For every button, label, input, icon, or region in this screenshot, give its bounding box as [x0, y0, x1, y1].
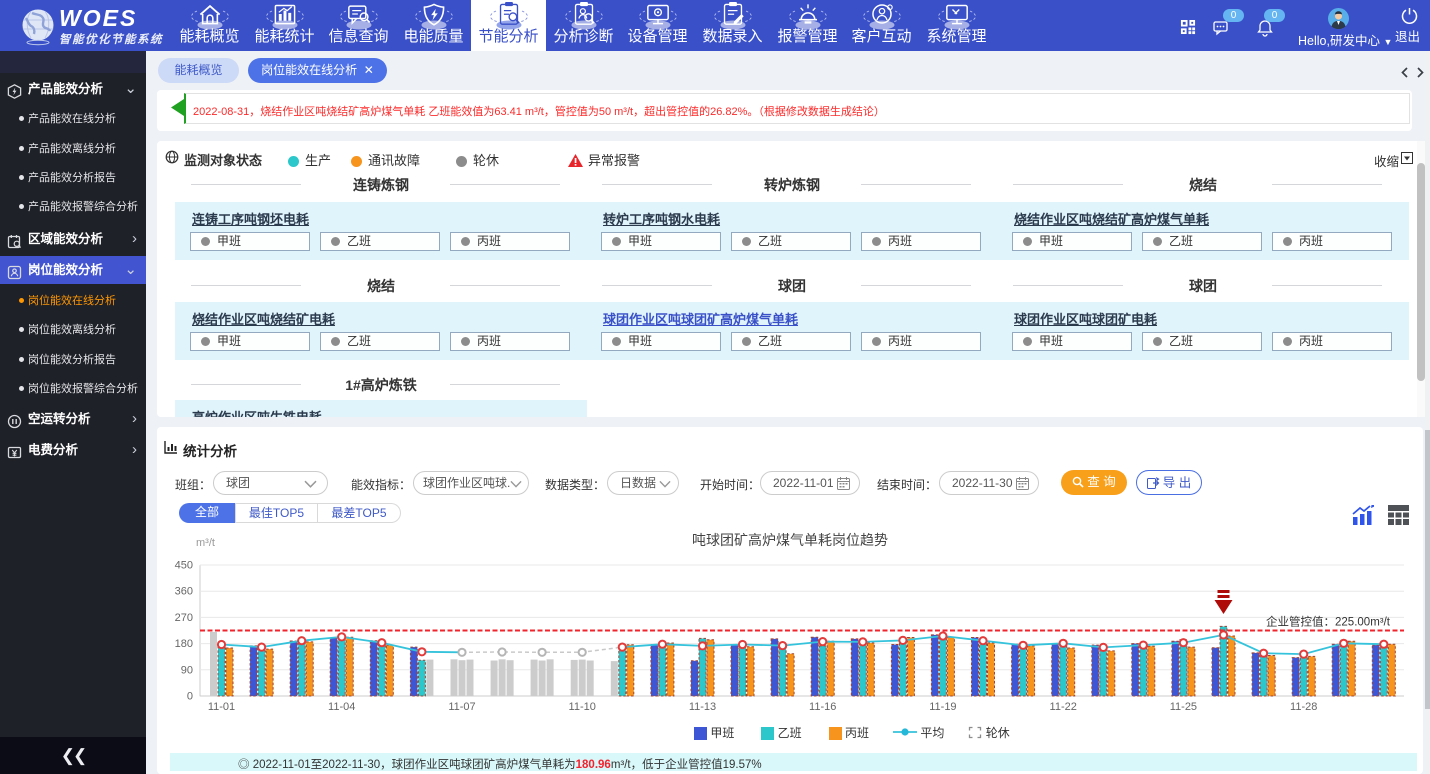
svg-text:11-10: 11-10	[569, 701, 596, 713]
svg-text:360: 360	[175, 586, 193, 598]
svg-text:11-22: 11-22	[1050, 701, 1077, 713]
svg-text:企业管控值：225.00m³/t: 企业管控值：225.00m³/t	[1266, 615, 1391, 629]
svg-text:270: 270	[175, 612, 193, 624]
svg-text:180: 180	[175, 638, 193, 650]
svg-text:11-19: 11-19	[929, 701, 956, 713]
svg-text:11-04: 11-04	[328, 701, 355, 713]
svg-text:11-16: 11-16	[809, 701, 836, 713]
svg-text:11-13: 11-13	[689, 701, 716, 713]
svg-text:11-28: 11-28	[1290, 701, 1317, 713]
svg-text:11-01: 11-01	[208, 701, 235, 713]
svg-text:0: 0	[187, 691, 193, 703]
svg-text:450: 450	[175, 560, 193, 572]
svg-text:90: 90	[181, 664, 193, 676]
svg-text:11-07: 11-07	[448, 701, 475, 713]
svg-text:11-25: 11-25	[1170, 701, 1197, 713]
